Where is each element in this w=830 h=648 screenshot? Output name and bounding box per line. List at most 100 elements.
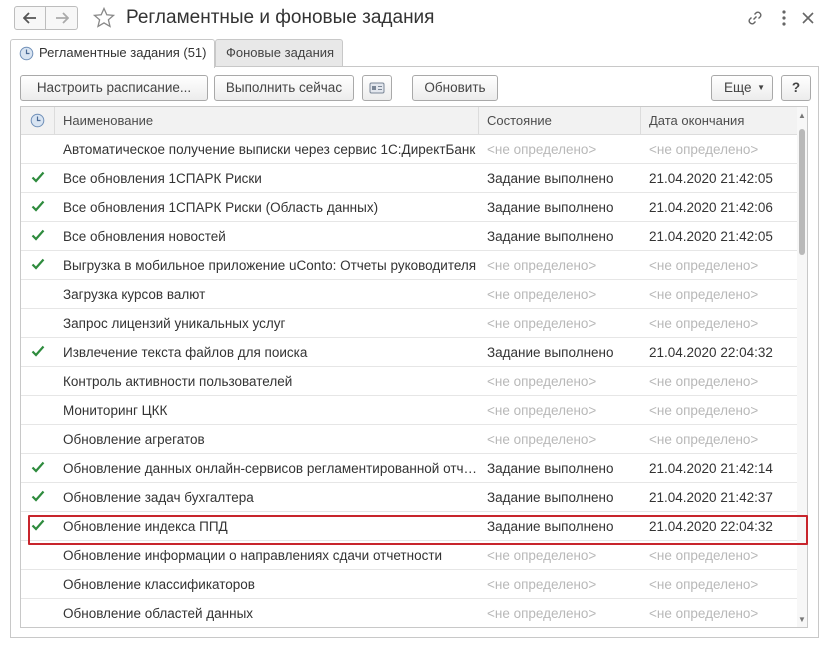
tab-strip: Регламентные задания (51) Фоновые задани… <box>8 39 821 68</box>
favorite-star-icon[interactable] <box>92 6 116 30</box>
job-name: Запрос лицензий уникальных услуг <box>63 316 286 331</box>
job-name: Контроль активности пользователей <box>63 374 293 389</box>
check-icon <box>31 491 45 503</box>
table-row[interactable]: Обновление данных онлайн-сервисов реглам… <box>21 454 797 483</box>
scheduled-jobs-table: Наименование Состояние Дата окончания Ав… <box>20 106 808 628</box>
title-bar: Регламентные и фоновые задания <box>8 0 821 38</box>
job-state: <не определено> <box>487 374 597 389</box>
status-cell <box>21 570 55 598</box>
table-row[interactable]: Извлечение текста файлов для поиска Задан… <box>21 338 797 367</box>
schedule-button[interactable]: Настроить расписание... <box>20 75 208 101</box>
header-state[interactable]: Состояние <box>479 107 641 135</box>
status-cell <box>21 338 55 366</box>
table-row[interactable]: Автоматическое получение выписки через с… <box>21 135 797 164</box>
job-state: <не определено> <box>487 577 597 592</box>
table-row[interactable]: Обновление информации о направлениях сда… <box>21 541 797 570</box>
job-name: Все обновления 1СПАРК Риски (Область дан… <box>63 200 379 215</box>
table-row[interactable]: Выгрузка в мобильное приложение uConto: … <box>21 251 797 280</box>
header-status-column[interactable] <box>21 107 55 135</box>
table-row[interactable]: Все обновления новостей Задание выполнено… <box>21 222 797 251</box>
job-state: <не определено> <box>487 142 597 157</box>
job-name: Обновление агрегатов <box>63 432 205 447</box>
status-cell <box>21 425 55 453</box>
forward-button[interactable] <box>46 6 78 30</box>
job-state: <не определено> <box>487 403 597 418</box>
table-row[interactable]: Обновление агрегатов <не определено> <не о… <box>21 425 797 454</box>
job-name: Загрузка курсов валют <box>63 287 206 302</box>
status-cell <box>21 251 55 279</box>
job-end-date: <не определено> <box>649 142 759 157</box>
job-name: Обновление индекса ППД <box>63 519 228 534</box>
table-row[interactable]: Загрузка курсов валют <не определено> <не … <box>21 280 797 309</box>
table-row[interactable]: Обновление задач бухгалтера Задание выпол… <box>21 483 797 512</box>
job-end-date: <не определено> <box>649 606 759 621</box>
table-row[interactable]: Обновление областей данных <не определено… <box>21 599 797 627</box>
table-row[interactable]: Все обновления 1СПАРК Риски Задание выпол… <box>21 164 797 193</box>
check-icon <box>31 201 45 213</box>
table-row[interactable]: Обновление классификаторов <не определено… <box>21 570 797 599</box>
status-cell <box>21 367 55 395</box>
header-end-date[interactable]: Дата окончания <box>641 107 797 135</box>
job-end-date: 21.04.2020 21:42:14 <box>649 461 773 476</box>
tab-background-jobs[interactable]: Фоновые задания <box>215 39 343 67</box>
job-end-date: <не определено> <box>649 287 759 302</box>
check-icon <box>31 172 45 184</box>
run-now-button[interactable]: Выполнить сейчас <box>214 75 354 101</box>
check-icon <box>31 520 45 532</box>
back-button[interactable] <box>14 6 46 30</box>
vertical-scrollbar[interactable]: ▲ ▼ <box>797 107 807 627</box>
job-end-date: 21.04.2020 21:42:06 <box>649 200 773 215</box>
tab-scheduled-jobs[interactable]: Регламентные задания (51) <box>10 39 215 68</box>
table-row[interactable]: Запрос лицензий уникальных услуг <не опре… <box>21 309 797 338</box>
check-icon <box>31 230 45 242</box>
check-icon <box>31 462 45 474</box>
job-state: <не определено> <box>487 258 597 273</box>
job-name: Выгрузка в мобильное приложение uConto: … <box>63 258 477 273</box>
status-cell <box>21 164 55 192</box>
job-end-date: <не определено> <box>649 316 759 331</box>
table-body: Автоматическое получение выписки через с… <box>21 135 797 627</box>
job-state: <не определено> <box>487 548 597 563</box>
job-name: Автоматическое получение выписки через с… <box>63 142 476 157</box>
more-vertical-icon[interactable] <box>772 6 796 30</box>
status-cell <box>21 599 55 627</box>
status-cell <box>21 280 55 308</box>
job-state: <не определено> <box>487 606 597 621</box>
help-button[interactable]: ? <box>781 75 811 101</box>
status-cell <box>21 512 55 540</box>
header-name[interactable]: Наименование <box>55 107 479 135</box>
scroll-down-icon[interactable]: ▼ <box>798 615 806 625</box>
status-cell <box>21 135 55 163</box>
scroll-up-icon[interactable]: ▲ <box>798 111 806 121</box>
table-row[interactable]: Все обновления 1СПАРК Риски (Область дан… <box>21 193 797 222</box>
more-button-label: Еще <box>724 80 752 95</box>
job-name: Мониторинг ЦКК <box>63 403 168 418</box>
table-row[interactable]: Контроль активности пользователей <не опр… <box>21 367 797 396</box>
job-name: Обновление классификаторов <box>63 577 255 592</box>
job-state: Задание выполнено <box>487 229 614 244</box>
tab-label: Фоновые задания <box>226 45 335 60</box>
job-state: Задание выполнено <box>487 490 614 505</box>
refresh-button[interactable]: Обновить <box>412 75 498 101</box>
table-row[interactable]: Мониторинг ЦКК <не определено> <не определ… <box>21 396 797 425</box>
job-name: Все обновления 1СПАРК Риски <box>63 171 262 186</box>
job-end-date: 21.04.2020 21:42:05 <box>649 171 773 186</box>
more-button[interactable]: Еще ▼ <box>711 75 773 101</box>
status-cell <box>21 541 55 569</box>
select-button[interactable] <box>362 75 392 101</box>
job-state: Задание выполнено <box>487 200 614 215</box>
link-icon[interactable] <box>743 6 767 30</box>
status-cell <box>21 396 55 424</box>
scrollbar-thumb[interactable] <box>799 129 805 255</box>
table-row[interactable]: Обновление индекса ППД Задание выполнено 2… <box>21 512 797 541</box>
job-state: <не определено> <box>487 287 597 302</box>
job-state: <не определено> <box>487 432 597 447</box>
job-state: <не определено> <box>487 316 597 331</box>
status-cell <box>21 309 55 337</box>
job-end-date: 21.04.2020 22:04:32 <box>649 519 773 534</box>
job-end-date: <не определено> <box>649 403 759 418</box>
window-title: Регламентные и фоновые задания <box>126 7 435 28</box>
job-end-date: <не определено> <box>649 374 759 389</box>
close-icon[interactable] <box>796 6 820 30</box>
dropdown-arrow-icon: ▼ <box>757 83 765 92</box>
